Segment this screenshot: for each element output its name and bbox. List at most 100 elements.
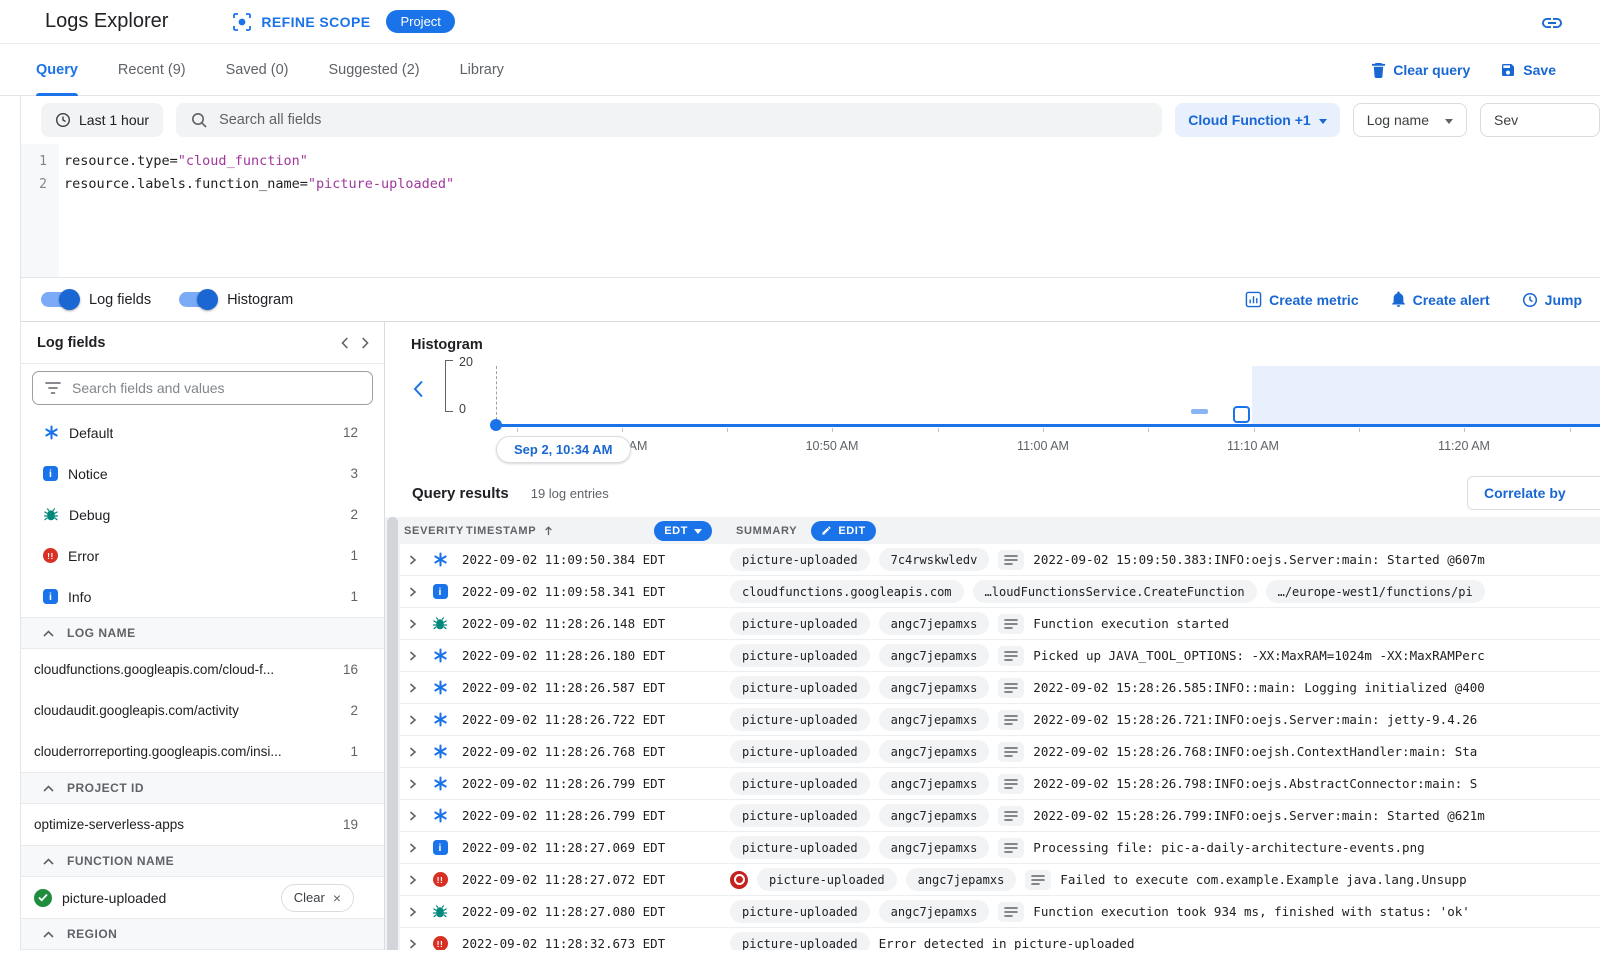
- chevron-left-icon[interactable]: [341, 337, 349, 349]
- time-marker-label[interactable]: Sep 2, 10:34 AM: [496, 436, 631, 463]
- summary-chip[interactable]: angc7jepamxs: [879, 836, 990, 859]
- log-row[interactable]: !!2022-09-02 11:28:27.072 EDTpicture-upl…: [400, 864, 1600, 896]
- expand-chevron-icon[interactable]: [400, 683, 424, 693]
- field-value[interactable]: clouderrorreporting.googleapis.com/insi.…: [21, 731, 384, 772]
- summary-chip[interactable]: picture-uploaded: [730, 548, 870, 571]
- fields-search-box[interactable]: [32, 371, 373, 405]
- chevron-right-icon[interactable]: [361, 337, 369, 349]
- expand-chevron-icon[interactable]: [400, 651, 424, 661]
- summary-chip[interactable]: picture-uploaded: [730, 900, 870, 923]
- expand-chevron-icon[interactable]: [400, 555, 424, 565]
- expand-chevron-icon[interactable]: [400, 587, 424, 597]
- jump-to-time-button[interactable]: Jump: [1522, 292, 1582, 308]
- fields-search-input[interactable]: [72, 380, 360, 396]
- histogram-selection-region[interactable]: [1252, 366, 1600, 425]
- log-field-severity-debug[interactable]: Debug2: [21, 494, 384, 535]
- log-row[interactable]: i2022-09-02 11:09:58.341 EDTcloudfunctio…: [400, 576, 1600, 608]
- summary-chip[interactable]: angc7jepamxs: [879, 676, 990, 699]
- log-field-severity-default[interactable]: Default12: [21, 412, 384, 453]
- expand-chevron-icon[interactable]: [400, 779, 424, 789]
- tab-saved[interactable]: Saved (0): [226, 44, 289, 96]
- summary-chip[interactable]: angc7jepamxs: [879, 740, 990, 763]
- field-section-project-id[interactable]: PROJECT ID: [21, 772, 384, 804]
- time-range-button[interactable]: Last 1 hour: [41, 103, 163, 137]
- field-value[interactable]: optimize-serverless-apps19: [21, 804, 384, 845]
- log-row[interactable]: 2022-09-02 11:28:26.768 EDTpicture-uploa…: [400, 736, 1600, 768]
- correlate-by-button[interactable]: Correlate by: [1467, 476, 1600, 510]
- log-row[interactable]: 2022-09-02 11:28:26.180 EDTpicture-uploa…: [400, 640, 1600, 672]
- summary-chip[interactable]: angc7jepamxs: [879, 804, 990, 827]
- summary-chip[interactable]: cloudfunctions.googleapis.com: [730, 580, 964, 603]
- summary-chip[interactable]: picture-uploaded: [730, 836, 870, 859]
- log-row[interactable]: 2022-09-02 11:09:50.384 EDTpicture-uploa…: [400, 544, 1600, 576]
- selection-drag-handle[interactable]: [1233, 406, 1250, 423]
- histogram-pan-left-button[interactable]: [413, 380, 424, 398]
- summary-chip[interactable]: picture-uploaded: [730, 644, 870, 667]
- log-row[interactable]: 2022-09-02 11:28:26.722 EDTpicture-uploa…: [400, 704, 1600, 736]
- expand-chevron-icon[interactable]: [400, 939, 424, 949]
- search-all-fields[interactable]: [176, 103, 1162, 137]
- log-field-severity-info[interactable]: iInfo1: [21, 576, 384, 617]
- summary-chip[interactable]: angc7jepamxs: [906, 868, 1017, 891]
- field-section-log-name[interactable]: LOG NAME: [21, 617, 384, 649]
- field-value[interactable]: cloudaudit.googleapis.com/activity2: [21, 690, 384, 731]
- log-row[interactable]: 2022-09-02 11:28:26.799 EDTpicture-uploa…: [400, 800, 1600, 832]
- log-row[interactable]: 2022-09-02 11:28:26.148 EDTpicture-uploa…: [400, 608, 1600, 640]
- log-row[interactable]: 2022-09-02 11:28:27.080 EDTpicture-uploa…: [400, 896, 1600, 928]
- tab-recent[interactable]: Recent (9): [118, 44, 186, 96]
- tab-suggested[interactable]: Suggested (2): [329, 44, 420, 96]
- summary-chip[interactable]: angc7jepamxs: [879, 708, 990, 731]
- field-section-region[interactable]: REGION: [21, 918, 384, 950]
- search-input[interactable]: [219, 112, 1148, 128]
- log-field-severity-notice[interactable]: iNotice3: [21, 453, 384, 494]
- summary-chip[interactable]: angc7jepamxs: [879, 900, 990, 923]
- log-row[interactable]: i2022-09-02 11:28:27.069 EDTpicture-uplo…: [400, 832, 1600, 864]
- tab-library[interactable]: Library: [460, 44, 504, 96]
- summary-chip[interactable]: …/europe-west1/functions/pi: [1266, 580, 1485, 603]
- create-alert-button[interactable]: Create alert: [1391, 291, 1490, 308]
- expand-chevron-icon[interactable]: [400, 619, 424, 629]
- time-marker-dot[interactable]: [490, 419, 502, 431]
- summary-chip[interactable]: picture-uploaded: [730, 708, 870, 731]
- expand-chevron-icon[interactable]: [400, 907, 424, 917]
- summary-chip[interactable]: …loudFunctionsService.CreateFunction: [973, 580, 1257, 603]
- share-link-icon[interactable]: [1540, 11, 1564, 35]
- field-section-function-name[interactable]: FUNCTION NAME: [21, 845, 384, 877]
- edit-summary-chip[interactable]: EDIT: [811, 521, 875, 541]
- clear-filter-button[interactable]: Clear×: [281, 884, 354, 912]
- summary-chip[interactable]: picture-uploaded: [757, 868, 897, 891]
- summary-chip[interactable]: angc7jepamxs: [879, 644, 990, 667]
- summary-chip[interactable]: angc7jepamxs: [879, 612, 990, 635]
- timezone-chip[interactable]: EDT: [654, 521, 712, 541]
- log-field-severity-error[interactable]: !!Error1: [21, 535, 384, 576]
- expand-chevron-icon[interactable]: [400, 875, 424, 885]
- results-scrollbar[interactable]: [385, 517, 400, 970]
- tab-query[interactable]: Query: [36, 44, 78, 96]
- summary-chip[interactable]: picture-uploaded: [730, 772, 870, 795]
- create-metric-button[interactable]: Create metric: [1245, 291, 1359, 308]
- expand-chevron-icon[interactable]: [400, 843, 424, 853]
- query-editor-code[interactable]: resource.type="cloud_function" resource.…: [59, 144, 1600, 277]
- log-fields-toggle[interactable]: [41, 292, 78, 307]
- log-row[interactable]: 2022-09-02 11:28:26.587 EDTpicture-uploa…: [400, 672, 1600, 704]
- column-timestamp[interactable]: TIMESTAMP: [466, 525, 536, 537]
- log-row[interactable]: 2022-09-02 11:28:26.799 EDTpicture-uploa…: [400, 768, 1600, 800]
- expand-chevron-icon[interactable]: [400, 811, 424, 821]
- resource-filter-dropdown[interactable]: Cloud Function +1: [1175, 103, 1340, 137]
- refine-scope-button[interactable]: REFINE SCOPE: [232, 12, 370, 32]
- severity-filter-dropdown[interactable]: Sev: [1480, 103, 1600, 137]
- summary-chip[interactable]: picture-uploaded: [730, 740, 870, 763]
- save-button[interactable]: Save: [1500, 62, 1556, 78]
- expand-chevron-icon[interactable]: [400, 747, 424, 757]
- summary-chip[interactable]: picture-uploaded: [730, 676, 870, 699]
- field-value-selected[interactable]: picture-uploadedClear×: [21, 877, 384, 918]
- sort-ascending-icon[interactable]: [543, 525, 554, 537]
- summary-chip[interactable]: 7c4rwskwledv: [879, 548, 990, 571]
- scope-badge[interactable]: Project: [386, 10, 454, 33]
- summary-chip[interactable]: angc7jepamxs: [879, 772, 990, 795]
- field-value[interactable]: cloudfunctions.googleapis.com/cloud-f...…: [21, 649, 384, 690]
- summary-chip[interactable]: picture-uploaded: [730, 804, 870, 827]
- expand-chevron-icon[interactable]: [400, 715, 424, 725]
- summary-chip[interactable]: picture-uploaded: [730, 612, 870, 635]
- log-name-filter-dropdown[interactable]: Log name: [1353, 103, 1467, 137]
